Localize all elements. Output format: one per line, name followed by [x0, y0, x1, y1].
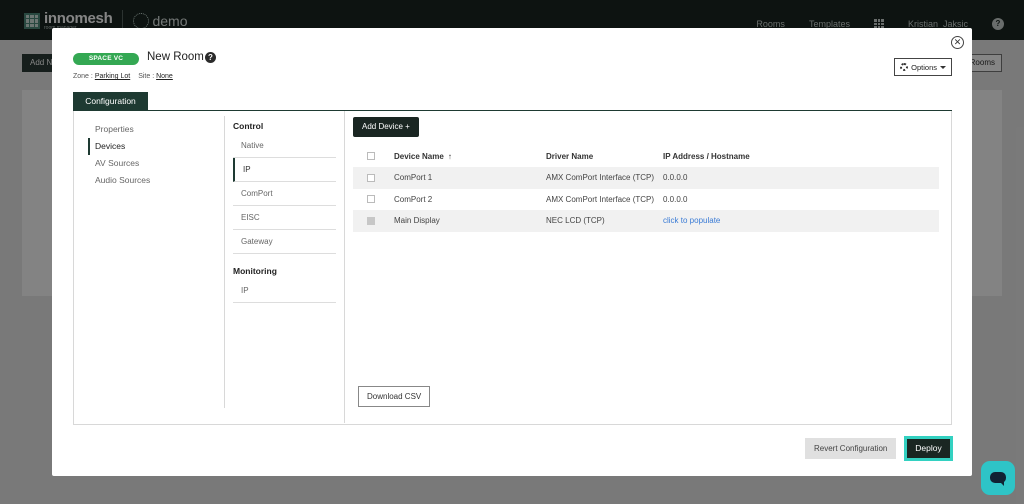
zone-label: Zone :	[73, 73, 93, 80]
click-to-populate-link[interactable]: click to populate	[663, 216, 720, 225]
room-type-badge: SPACE VC	[73, 53, 139, 65]
device-name: ComPort 1	[394, 173, 433, 183]
add-device-button[interactable]: Add Device +	[353, 117, 419, 137]
select-all-checkbox[interactable]	[367, 152, 375, 160]
type-native[interactable]: Native	[233, 134, 336, 158]
table-row[interactable]: ComPort 2 AMX ComPort Interface (TCP) 0.…	[353, 189, 939, 211]
driver-name: AMX ComPort Interface (TCP)	[546, 194, 655, 204]
side-item-av-sources[interactable]: AV Sources	[88, 155, 150, 172]
configuration-panel: Properties Devices AV Sources Audio Sour…	[73, 111, 952, 425]
device-type-list: Control Native IP ComPort EISC Gateway M…	[233, 119, 336, 303]
device-name: ComPort 2	[394, 194, 433, 204]
download-csv-button[interactable]: Download CSV	[358, 386, 431, 407]
side-item-properties[interactable]: Properties	[88, 121, 150, 138]
driver-name: AMX ComPort Interface (TCP)	[546, 173, 655, 183]
ip-address: 0.0.0.0	[663, 173, 688, 183]
config-side-nav: Properties Devices AV Sources Audio Sour…	[88, 121, 150, 189]
gear-icon	[900, 63, 909, 71]
options-label: Options	[911, 62, 937, 72]
revert-configuration-button[interactable]: Revert Configuration	[805, 438, 897, 459]
column-device-name[interactable]: Device Name ↑	[394, 152, 546, 161]
zone-link[interactable]: Parking Lot	[95, 73, 130, 80]
sort-arrow-icon: ↑	[447, 151, 452, 161]
type-gateway[interactable]: Gateway	[233, 230, 336, 254]
devices-table: Device Name ↑ Driver Name IP Address / Ho…	[353, 145, 939, 232]
divider	[344, 111, 345, 423]
type-ip[interactable]: IP	[233, 158, 336, 182]
ip-address: 0.0.0.0	[663, 194, 688, 204]
type-eisc[interactable]: EISC	[233, 206, 336, 230]
monitoring-heading: Monitoring	[233, 266, 277, 276]
side-item-devices[interactable]: Devices	[88, 138, 150, 155]
tab-configuration[interactable]: Configuration	[73, 92, 148, 111]
table-row[interactable]: Main Display NEC LCD (TCP) click to popu…	[353, 210, 939, 232]
column-ip-address[interactable]: IP Address / Hostname	[663, 152, 939, 161]
row-checkbox[interactable]	[367, 173, 375, 182]
site-label: Site :	[138, 73, 155, 80]
site-link[interactable]: None	[156, 73, 173, 80]
control-heading: Control	[233, 121, 264, 131]
caret-down-icon	[940, 65, 946, 69]
type-comport[interactable]: ComPort	[233, 182, 336, 206]
table-row[interactable]: ComPort 1 AMX ComPort Interface (TCP) 0.…	[353, 167, 939, 189]
help-icon[interactable]: ?	[205, 52, 216, 63]
close-icon[interactable]: ✕	[951, 36, 964, 49]
type-monitoring-ip[interactable]: IP	[233, 279, 336, 303]
row-checkbox-disabled	[367, 216, 375, 225]
room-meta: Zone : Parking Lot Site : None	[73, 73, 179, 80]
room-title: New Room	[147, 51, 204, 63]
column-driver-name[interactable]: Driver Name	[546, 152, 663, 161]
divider	[224, 116, 225, 408]
device-name: Main Display	[394, 216, 440, 226]
deploy-button[interactable]: Deploy	[904, 436, 953, 461]
options-dropdown[interactable]: Options	[894, 58, 952, 76]
driver-name: NEC LCD (TCP)	[546, 216, 605, 226]
side-item-audio-sources[interactable]: Audio Sources	[88, 172, 150, 189]
table-header: Device Name ↑ Driver Name IP Address / Ho…	[353, 145, 939, 167]
room-config-modal: ✕ SPACE VC New Room ? Zone : Parking Lot…	[52, 28, 972, 476]
row-checkbox[interactable]	[367, 195, 375, 204]
chat-icon	[990, 472, 1006, 486]
chat-support-button[interactable]	[981, 461, 1015, 495]
